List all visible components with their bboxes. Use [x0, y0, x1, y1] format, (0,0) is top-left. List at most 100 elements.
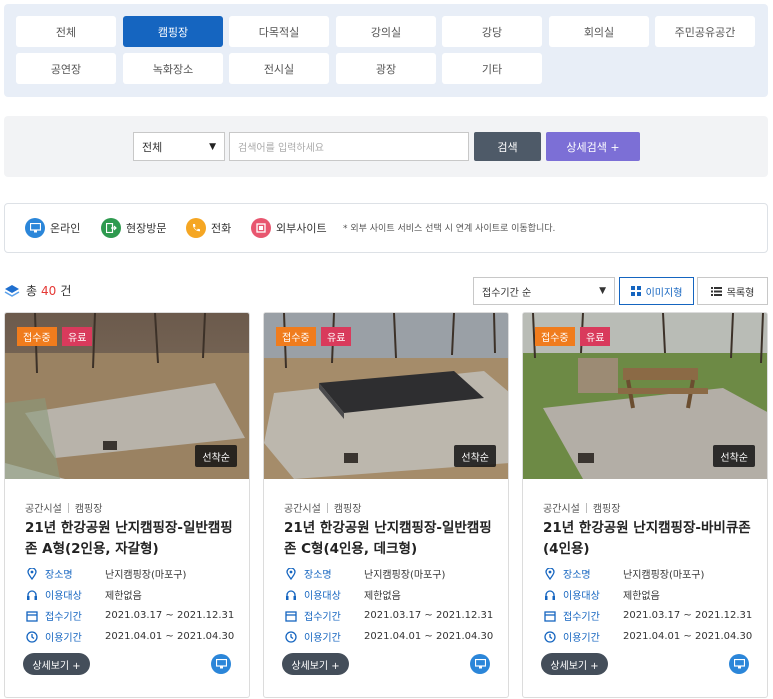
- clock-icon: [284, 630, 298, 644]
- card-target-row: 이용대상 제한없음: [284, 587, 401, 602]
- status-badge: 접수중: [535, 327, 575, 346]
- card-target-row: 이용대상 제한없음: [25, 587, 142, 602]
- card-category: 공간시설 캠핑장: [543, 500, 620, 515]
- usage-value: 2021.04.01 ~ 2021.04.30: [364, 631, 494, 642]
- place-label: 장소명: [45, 570, 73, 581]
- clock-icon: [25, 630, 39, 644]
- facility-card[interactable]: 접수중 유료 선착순 공간시설 캠핑장 21년 한강공원 난지캠핑장-일반캠핑존…: [4, 312, 250, 698]
- category-camping[interactable]: 캠핑장: [123, 16, 223, 47]
- place-label: 장소명: [304, 570, 332, 581]
- category-exhibition-room[interactable]: 전시실: [229, 53, 329, 84]
- usage-value: 2021.04.01 ~ 2021.04.30: [105, 631, 235, 642]
- legend-visit-label: 현장방문: [126, 222, 167, 235]
- card-title[interactable]: 21년 한강공원 난지캠핑장-일반캠핑존 A형(2인용, 자갈형): [25, 518, 235, 560]
- fee-badge: 유료: [580, 327, 611, 346]
- legend-visit: 현장방문: [101, 218, 166, 238]
- card-category: 공간시설 캠핑장: [25, 500, 102, 515]
- target-value: 제한없음: [364, 591, 401, 602]
- card-title[interactable]: 21년 한강공원 난지캠핑장-바비큐존(4인용): [543, 518, 753, 560]
- search-scope-value: 전체: [142, 140, 163, 154]
- place-value: 난지캠핑장(마포구): [105, 570, 187, 581]
- caret-down-icon: ▼: [599, 286, 606, 296]
- usage-label: 이용기간: [304, 633, 341, 644]
- card-category-main: 공간시설: [543, 504, 580, 515]
- place-label: 장소명: [563, 570, 591, 581]
- clock-icon: [543, 630, 557, 644]
- target-label: 이용대상: [45, 591, 82, 602]
- headset-icon: [25, 588, 39, 602]
- card-category: 공간시설 캠핑장: [284, 500, 361, 515]
- card-usage-row: 이용기간 2021.04.01 ~ 2021.04.30: [25, 629, 234, 644]
- category-plaza[interactable]: 광장: [336, 53, 436, 84]
- search-placeholder: 검색어를 입력하세요: [238, 143, 324, 154]
- list-icon: [710, 286, 722, 296]
- status-badge: 접수중: [276, 327, 316, 346]
- card-reception-row: 접수기간 2021.03.17 ~ 2021.12.31: [284, 608, 493, 623]
- target-label: 이용대상: [563, 591, 600, 602]
- facility-card[interactable]: 접수중 유료 선착순 공간시설 캠핑장 21년 한강공원 난지캠핑장-일반캠핑존…: [263, 312, 509, 698]
- legend-online: 온라인: [25, 218, 80, 238]
- reception-value: 2021.03.17 ~ 2021.12.31: [105, 610, 235, 621]
- search-scope-select[interactable]: 전체 ▼: [133, 132, 225, 161]
- fee-badge: 유료: [62, 327, 93, 346]
- result-total: 총 40 건: [4, 282, 71, 299]
- category-auditorium[interactable]: 강당: [442, 16, 542, 47]
- headset-icon: [543, 588, 557, 602]
- layers-icon: [4, 284, 20, 298]
- divider: [67, 502, 69, 513]
- place-value: 난지캠핑장(마포구): [364, 570, 446, 581]
- category-lecture-room[interactable]: 강의실: [336, 16, 436, 47]
- legend-note: * 외부 사이트 서비스 선택 시 연계 사이트로 이동합니다.: [343, 224, 556, 234]
- advanced-search-button[interactable]: 상세검색 +: [546, 132, 640, 161]
- usage-value: 2021.04.01 ~ 2021.04.30: [623, 631, 753, 642]
- monitor-icon: [729, 654, 749, 674]
- location-pin-icon: [284, 567, 298, 581]
- card-reception-row: 접수기간 2021.03.17 ~ 2021.12.31: [25, 608, 234, 623]
- card-usage-row: 이용기간 2021.04.01 ~ 2021.04.30: [543, 629, 752, 644]
- detail-button[interactable]: 상세보기 +: [23, 653, 90, 675]
- divider: [585, 502, 587, 513]
- door-exit-icon: [101, 218, 121, 238]
- result-total-suffix: 건: [60, 284, 72, 298]
- category-recording-place[interactable]: 녹화장소: [123, 53, 223, 84]
- category-all[interactable]: 전체: [16, 16, 116, 47]
- selection-badge: 선착순: [454, 445, 496, 467]
- detail-button[interactable]: 상세보기 +: [282, 653, 349, 675]
- search-button[interactable]: 검색: [474, 132, 541, 161]
- category-panel: 전체 캠핑장 다목적실 강의실 강당 회의실 주민공유공간 공연장 녹화장소 전…: [4, 4, 768, 97]
- sort-select[interactable]: 접수기간 순 ▼: [473, 277, 615, 305]
- monitor-icon: [470, 654, 490, 674]
- target-value: 제한없음: [623, 591, 660, 602]
- category-performance-hall[interactable]: 공연장: [16, 53, 116, 84]
- card-title[interactable]: 21년 한강공원 난지캠핑장-일반캠핑존 C형(4인용, 데크형): [284, 518, 494, 560]
- phone-icon: [186, 218, 206, 238]
- reception-label: 접수기간: [304, 612, 341, 623]
- selection-badge: 선착순: [195, 445, 237, 467]
- detail-button[interactable]: 상세보기 +: [541, 653, 608, 675]
- place-value: 난지캠핑장(마포구): [623, 570, 705, 581]
- search-input[interactable]: 검색어를 입력하세요: [229, 132, 469, 161]
- usage-label: 이용기간: [563, 633, 600, 644]
- search-panel: 전체 ▼ 검색어를 입력하세요 검색 상세검색 +: [4, 116, 768, 177]
- category-meeting-room[interactable]: 회의실: [549, 16, 649, 47]
- legend-phone-label: 전화: [211, 222, 232, 235]
- legend-external-label: 외부사이트: [276, 222, 327, 235]
- location-pin-icon: [25, 567, 39, 581]
- location-pin-icon: [543, 567, 557, 581]
- legend-online-label: 온라인: [50, 222, 81, 235]
- divider: [326, 502, 328, 513]
- facility-card[interactable]: 접수중 유료 선착순 공간시설 캠핑장 21년 한강공원 난지캠핑장-바비큐존(…: [522, 312, 768, 698]
- monitor-icon: [25, 218, 45, 238]
- result-total-count: 40: [41, 283, 57, 298]
- result-total-prefix: 총: [26, 284, 38, 298]
- category-etc[interactable]: 기타: [442, 53, 542, 84]
- external-site-icon: [251, 218, 271, 238]
- card-place-row: 장소명 난지캠핑장(마포구): [284, 566, 445, 581]
- category-community-space[interactable]: 주민공유공간: [655, 16, 755, 47]
- target-label: 이용대상: [304, 591, 341, 602]
- list-view-button[interactable]: 목록형: [697, 277, 768, 305]
- image-view-button[interactable]: 이미지형: [619, 277, 694, 305]
- grid-icon: [630, 286, 641, 296]
- category-multipurpose[interactable]: 다목적실: [229, 16, 329, 47]
- target-value: 제한없음: [105, 591, 142, 602]
